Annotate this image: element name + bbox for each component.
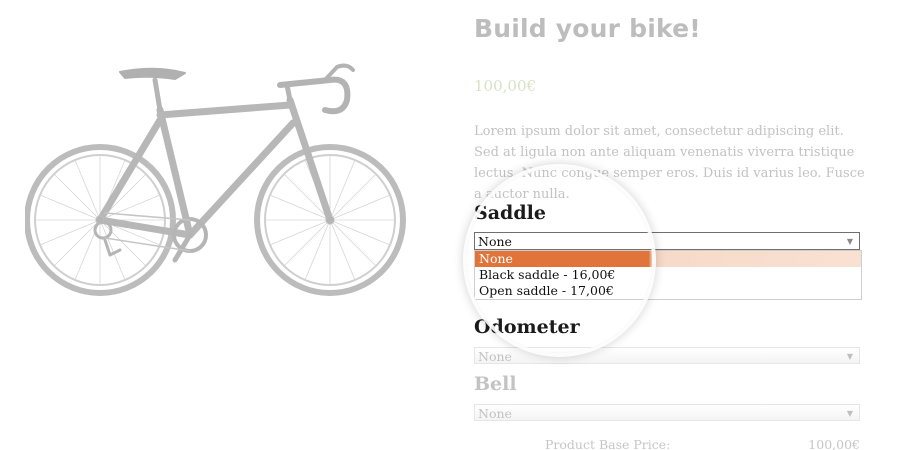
product-price: 100,00€ bbox=[474, 77, 537, 95]
odometer-select-value: None bbox=[478, 349, 512, 364]
bell-select[interactable]: None ▼ bbox=[474, 404, 860, 421]
base-price-value: 100,00€ bbox=[808, 437, 860, 450]
saddle-select-value: None bbox=[478, 234, 512, 249]
saddle-dropdown-list: None Black saddle - 16,00€ Open saddle -… bbox=[474, 250, 862, 300]
bell-label: Bell bbox=[474, 373, 517, 395]
road-bike-image bbox=[25, 63, 406, 296]
chevron-down-icon: ▼ bbox=[846, 352, 853, 361]
saddle-option-none[interactable]: None bbox=[475, 251, 861, 267]
saddle-select[interactable]: None ▼ bbox=[474, 232, 860, 250]
odometer-select[interactable]: None ▼ bbox=[474, 347, 860, 364]
odometer-label: Odometer bbox=[474, 316, 580, 338]
bell-select-value: None bbox=[478, 406, 512, 421]
product-title: Build your bike! bbox=[474, 14, 701, 43]
saddle-option-black[interactable]: Black saddle - 16,00€ bbox=[475, 267, 861, 283]
chevron-down-icon: ▼ bbox=[846, 237, 853, 246]
base-price-row: Product Base Price: 100,00€ bbox=[545, 437, 860, 450]
chevron-down-icon: ▼ bbox=[846, 409, 853, 418]
product-page: Build your bike! 100,00€ Lorem ipsum dol… bbox=[0, 0, 900, 450]
base-price-label: Product Base Price: bbox=[545, 437, 671, 450]
product-description: Lorem ipsum dolor sit amet, consectetur … bbox=[474, 124, 865, 202]
saddle-option-open[interactable]: Open saddle - 17,00€ bbox=[475, 283, 861, 299]
saddle-label: Saddle bbox=[474, 202, 546, 224]
